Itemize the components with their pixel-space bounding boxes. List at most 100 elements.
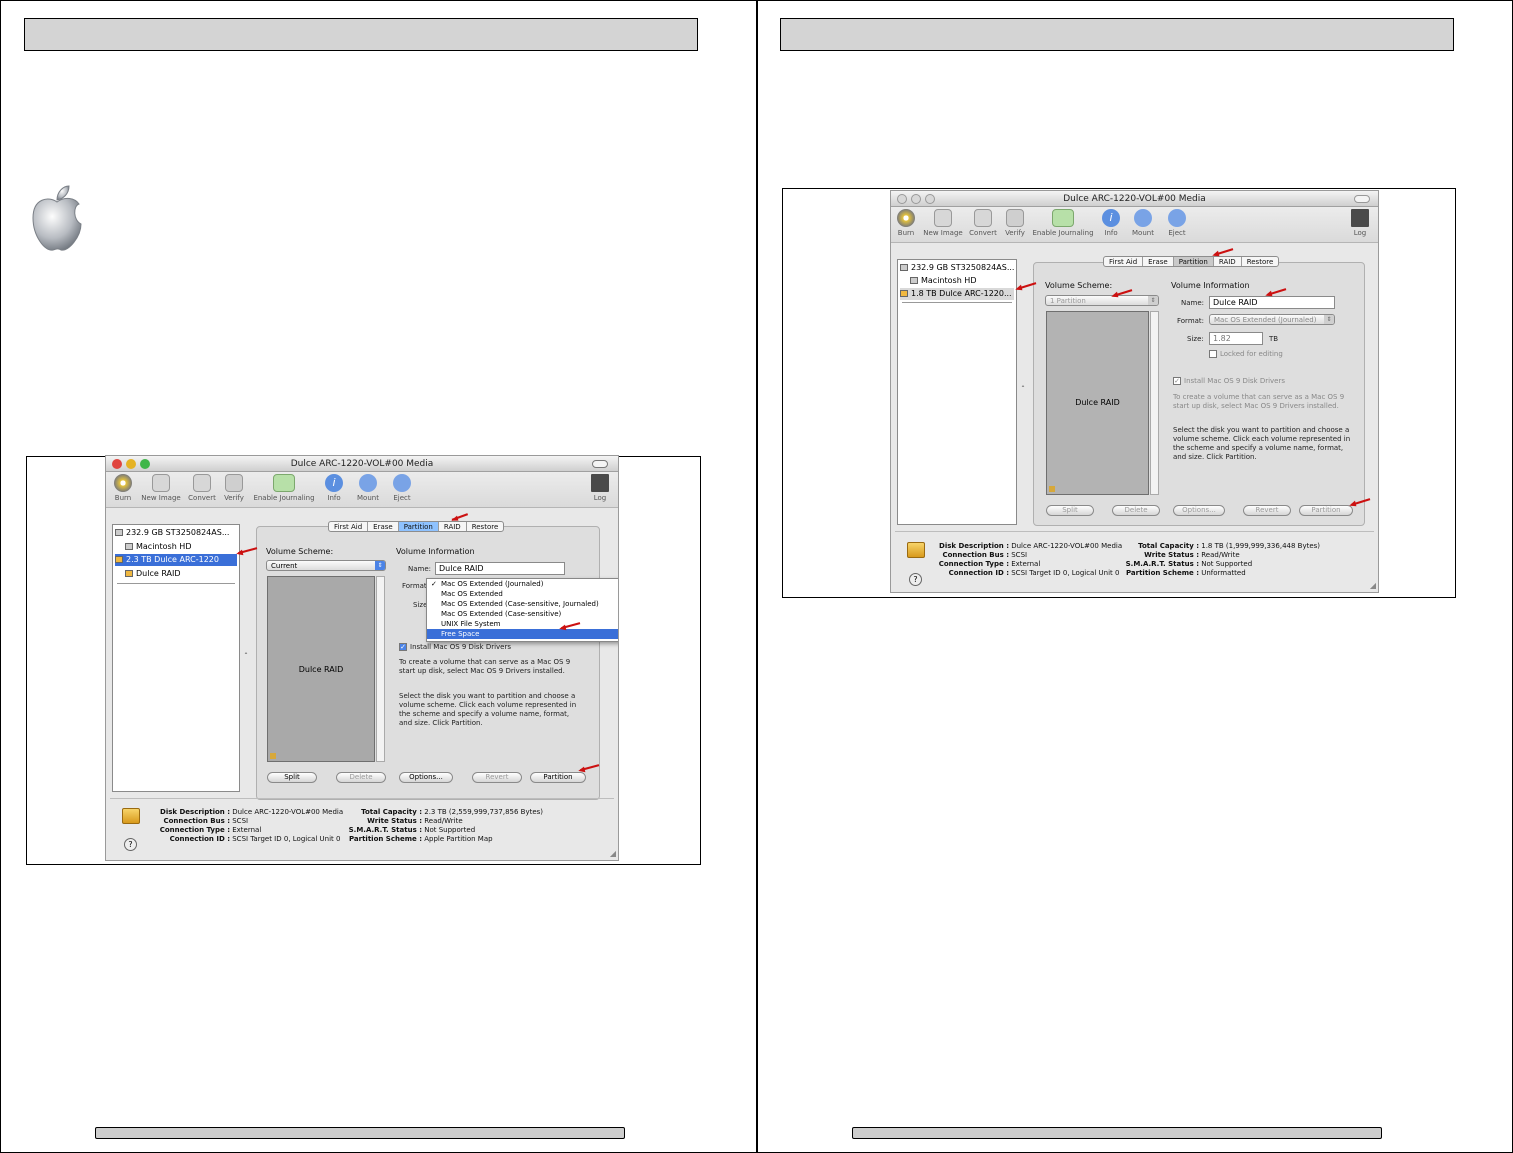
info-key: Connection Bus :: [942, 551, 1009, 559]
right-page: Dulce ARC-1220-VOL#00 Media Burn New Ima…: [757, 0, 1513, 1153]
tab-first-aid[interactable]: First Aid: [329, 522, 369, 531]
revert-button[interactable]: Revert: [1243, 505, 1291, 516]
partition-button[interactable]: Partition: [530, 772, 586, 783]
disk-list-item[interactable]: Dulce RAID: [115, 568, 237, 580]
delete-button[interactable]: Delete: [1112, 505, 1160, 516]
eject-button[interactable]: Eject: [1165, 209, 1189, 237]
left-footer-bar: [95, 1127, 625, 1139]
close-window-button[interactable]: [112, 459, 122, 469]
toolbar-toggle-button[interactable]: [592, 460, 608, 468]
external-disk-icon: [907, 542, 925, 558]
disk-list-item[interactable]: Macintosh HD: [115, 541, 237, 553]
format-option[interactable]: Mac OS Extended (Case-sensitive): [427, 609, 618, 619]
volume-scheme-popup[interactable]: Current ⇕: [266, 560, 386, 571]
verify-button[interactable]: Verify: [1001, 209, 1029, 237]
log-button[interactable]: Log: [588, 474, 612, 502]
format-option[interactable]: Mac OS Extended: [427, 589, 618, 599]
disk-list-item[interactable]: 232.9 GB ST3250824AS...: [115, 527, 237, 539]
options-button[interactable]: Options...: [399, 772, 453, 783]
format-option[interactable]: ✓ Mac OS Extended (Journaled): [427, 579, 618, 589]
options-button[interactable]: Options...: [1173, 505, 1225, 516]
name-field[interactable]: Dulce RAID: [1209, 296, 1335, 309]
log-button[interactable]: Log: [1348, 209, 1372, 237]
format-option[interactable]: Mac OS Extended (Case-sensitive, Journal…: [427, 599, 618, 609]
install-drivers-option[interactable]: ✓ Install Mac OS 9 Disk Drivers: [1173, 377, 1285, 385]
install-drivers-checkbox[interactable]: ✓: [1173, 377, 1181, 385]
resize-grip-icon[interactable]: ◢: [610, 849, 616, 858]
volume-label: Macintosh HD: [921, 276, 977, 285]
verify-button[interactable]: Verify: [220, 474, 248, 502]
close-window-button[interactable]: [897, 194, 907, 204]
tab-erase[interactable]: Erase: [368, 522, 399, 531]
split-view-handle[interactable]: ˆ: [244, 652, 248, 661]
volume-scheme-map[interactable]: Dulce RAID: [267, 576, 375, 762]
disk-list-item[interactable]: 232.9 GB ST3250824AS...: [900, 262, 1014, 274]
tab-restore[interactable]: Restore: [467, 522, 504, 531]
tab-partition[interactable]: Partition: [398, 522, 439, 531]
resize-grip-icon[interactable]: ◢: [1370, 581, 1376, 590]
delete-button[interactable]: Delete: [336, 772, 386, 783]
install-drivers-option[interactable]: ✓ Install Mac OS 9 Disk Drivers: [399, 643, 511, 651]
tab-first-aid[interactable]: First Aid: [1104, 257, 1144, 266]
info-key: Connection Bus :: [163, 817, 230, 825]
volume-map-scrollbar[interactable]: [1150, 311, 1159, 495]
volume-information-label: Volume Information: [396, 547, 475, 556]
new-image-button[interactable]: New Image: [138, 474, 184, 502]
volume-scheme-label: Volume Scheme:: [266, 547, 334, 556]
new-image-button[interactable]: New Image: [921, 209, 965, 237]
zoom-window-button[interactable]: [925, 194, 935, 204]
disk-list-item-selected[interactable]: 1.8 TB Dulce ARC-1220...: [900, 288, 1014, 300]
size-field[interactable]: 1.82: [1209, 332, 1263, 345]
info-button[interactable]: i Info: [1099, 209, 1123, 237]
revert-button[interactable]: Revert: [472, 772, 522, 783]
info-row: Disk Description : Dulce ARC-1220-VOL#00…: [146, 808, 343, 817]
hard-disk-icon: [900, 264, 908, 271]
help-button[interactable]: ?: [909, 573, 922, 586]
burn-button[interactable]: Burn: [895, 209, 917, 237]
volume-box-label: Dulce RAID: [1075, 398, 1120, 407]
locked-checkbox[interactable]: [1209, 350, 1217, 358]
info-row: Disk Description : Dulce ARC-1220-VOL#00…: [931, 542, 1122, 551]
mount-button[interactable]: Mount: [354, 474, 382, 502]
mount-button[interactable]: Mount: [1129, 209, 1157, 237]
format-popup[interactable]: Mac OS Extended (Journaled) ⇕: [1209, 314, 1335, 325]
help-button[interactable]: ?: [124, 838, 137, 851]
info-key: Connection ID :: [948, 569, 1009, 577]
split-button[interactable]: Split: [1046, 505, 1094, 516]
zoom-window-button[interactable]: [140, 459, 150, 469]
volume-information-label: Volume Information: [1171, 281, 1250, 290]
disk-label: 2.3 TB Dulce ARC-1220: [126, 555, 219, 564]
minimize-window-button[interactable]: [911, 194, 921, 204]
disk-list-item[interactable]: Macintosh HD: [900, 275, 1014, 287]
locked-option[interactable]: Locked for editing: [1209, 350, 1283, 358]
tab-erase[interactable]: Erase: [1143, 257, 1174, 266]
split-view-handle[interactable]: ˆ: [1021, 385, 1025, 394]
format-option-highlighted[interactable]: Free Space: [427, 629, 618, 639]
name-field[interactable]: Dulce RAID: [435, 562, 565, 575]
minimize-window-button[interactable]: [126, 459, 136, 469]
disk-list-item-selected[interactable]: 2.3 TB Dulce ARC-1220: [115, 554, 237, 566]
info-button[interactable]: i Info: [322, 474, 346, 502]
enable-journaling-button[interactable]: Enable Journaling: [1031, 209, 1095, 237]
tab-raid[interactable]: RAID: [1214, 257, 1242, 266]
volume-scheme-popup[interactable]: 1 Partition ⇕: [1045, 295, 1159, 306]
volume-scheme-map[interactable]: Dulce RAID: [1046, 311, 1149, 495]
toolbar-toggle-button[interactable]: [1354, 195, 1370, 203]
enable-journaling-button[interactable]: Enable Journaling: [250, 474, 318, 502]
install-drivers-checkbox[interactable]: ✓: [399, 643, 407, 651]
split-button[interactable]: Split: [267, 772, 317, 783]
burn-button[interactable]: Burn: [112, 474, 134, 502]
tab-raid[interactable]: RAID: [439, 522, 467, 531]
help-text-line: volume scheme. Click each volume represe…: [1173, 435, 1351, 443]
tab-restore[interactable]: Restore: [1242, 257, 1279, 266]
eject-button[interactable]: Eject: [390, 474, 414, 502]
info-icon: i: [1102, 209, 1120, 227]
convert-button[interactable]: Convert: [186, 474, 218, 502]
volume-map-scrollbar[interactable]: [376, 576, 385, 762]
microscope-icon: [225, 474, 243, 492]
tab-partition[interactable]: Partition: [1173, 257, 1214, 266]
disk-info-right: Total Capacity : 2.3 TB (2,559,999,737,8…: [346, 808, 543, 844]
convert-button[interactable]: Convert: [967, 209, 999, 237]
info-value: External: [232, 826, 262, 834]
format-option[interactable]: UNIX File System: [427, 619, 618, 629]
